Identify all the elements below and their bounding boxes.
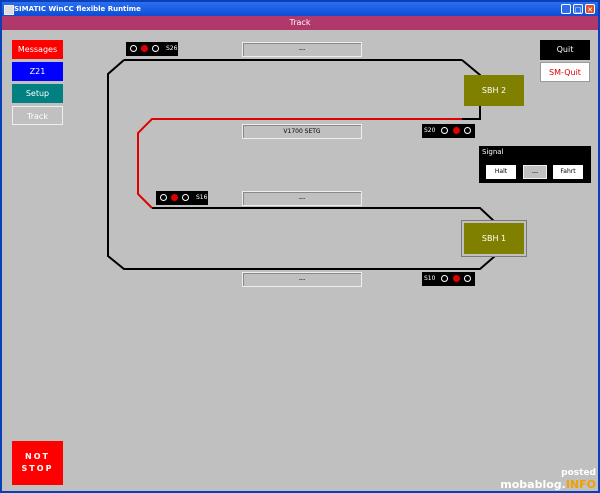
emergency-stop-line2: STOP [21,464,54,473]
title-bar: SIMATIC WinCC flexible Runtime _ □ ✕ [2,2,598,16]
watermark-posted: posted [561,468,596,478]
signal-label: S20 [424,127,436,134]
outer-track [107,59,496,270]
signal-lamp [182,194,189,201]
maximize-button[interactable]: □ [573,4,583,14]
inner-track-display: --- [242,191,362,206]
signal-state-display: --- [523,165,547,179]
messages-button[interactable]: Messages [12,40,63,59]
signal-s10[interactable]: S10 [422,272,475,286]
track-canvas: Messages Z21 Setup Track Quit SM-Quit --… [2,30,598,493]
watermark: posted mobablog.INFO [500,468,596,491]
app-icon [4,5,14,15]
signal-lamp [464,275,471,282]
emergency-stop-line1: NOT [25,452,50,461]
signal-lamp-red [171,194,178,201]
signal-s16[interactable]: S16 [156,191,208,205]
signal-lamp [441,275,448,282]
window-title: SIMATIC WinCC flexible Runtime [14,5,141,13]
signal-s26[interactable]: S26 [126,42,178,56]
signal-label: S10 [424,275,436,282]
signal-s20[interactable]: S20 [422,124,475,138]
bottom-track-display: --- [242,272,362,287]
signal-lamp-red [453,127,460,134]
halt-button[interactable]: Halt [486,165,516,179]
emergency-stop-button[interactable]: NOT STOP [12,441,63,485]
watermark-site: mobablog.INFO [500,478,596,491]
setup-button[interactable]: Setup [12,84,63,103]
watermark-site-tld: INFO [565,478,596,491]
top-track-display: --- [242,42,362,57]
signal-panel: Signal Halt --- Fahrt [479,146,591,183]
app-window: SIMATIC WinCC flexible Runtime _ □ ✕ Tra… [0,0,600,493]
signal-lamp [130,45,137,52]
signal-lamp [441,127,448,134]
track-button[interactable]: Track [12,106,63,125]
middle-track-display: V1700 SETG [242,124,362,139]
station-sbh2[interactable]: SBH 2 [464,75,524,106]
signal-label: S16 [196,194,208,201]
station-sbh1[interactable]: SBH 1 [464,223,524,254]
sm-quit-button[interactable]: SM-Quit [540,62,590,82]
signal-lamp-red [453,275,460,282]
inner-track [152,207,496,256]
fahrt-button[interactable]: Fahrt [553,165,583,179]
signal-lamp [464,127,471,134]
minimize-button[interactable]: _ [561,4,571,14]
screen-title: Track [2,16,598,30]
signal-lamp [152,45,159,52]
signal-label: S26 [166,45,178,52]
signal-lamp [160,194,167,201]
watermark-site-name: mobablog. [500,478,566,491]
z21-button[interactable]: Z21 [12,62,63,81]
close-button[interactable]: ✕ [585,4,595,14]
signal-lamp-red [141,45,148,52]
signal-panel-title: Signal [482,148,504,156]
quit-button[interactable]: Quit [540,40,590,60]
